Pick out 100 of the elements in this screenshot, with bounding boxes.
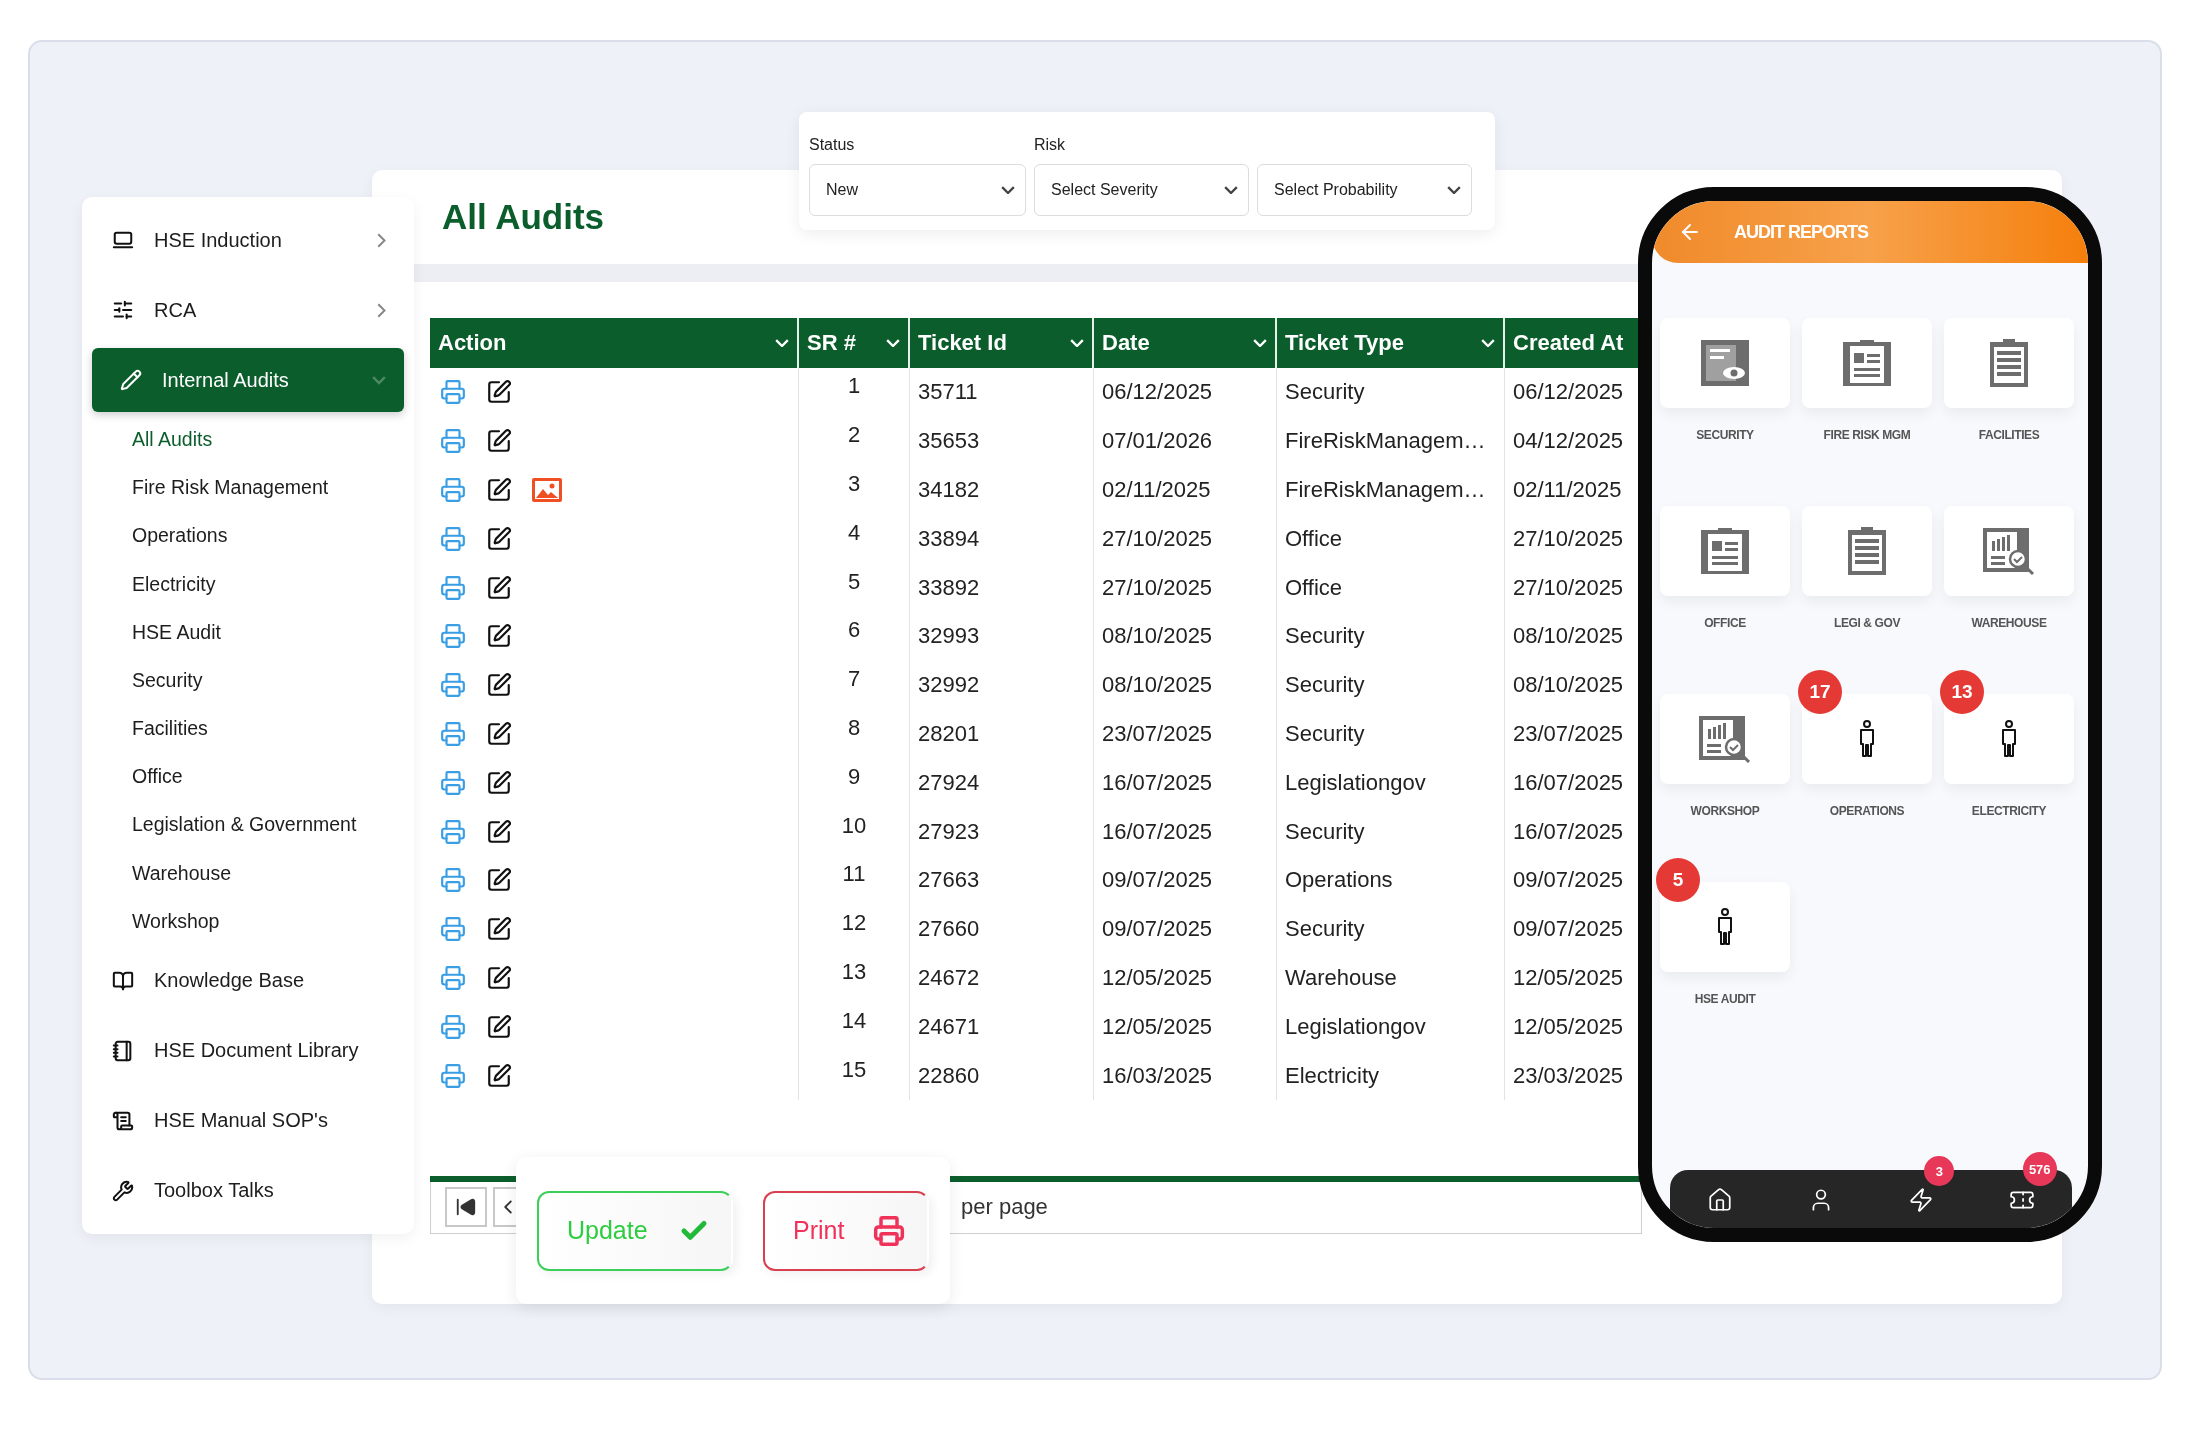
table-cell: Security — [1277, 709, 1505, 759]
tile-label: WAREHOUSE — [1971, 616, 2047, 630]
page-title: All Audits — [442, 197, 605, 237]
table-cell: 27/10/2025 — [1094, 563, 1277, 612]
column-header[interactable]: Action — [430, 318, 799, 368]
submenu-item[interactable]: Fire Risk Management — [82, 463, 414, 512]
table-cell: 3 — [799, 465, 910, 515]
app-title: AUDIT REPORTS — [1734, 221, 1868, 243]
sidebar-item[interactable]: HSE Manual SOP's — [92, 1088, 404, 1153]
submenu-item[interactable]: All Audits — [82, 415, 414, 464]
table-cell: 2 — [799, 416, 910, 466]
submenu-item[interactable]: Operations — [82, 511, 414, 560]
table-cell: Security — [1277, 904, 1505, 954]
table-cell: 15 — [799, 1051, 910, 1100]
table-cell: FireRiskManagem… — [1277, 416, 1505, 466]
table-cell: 12/05/2025 — [1094, 1002, 1277, 1052]
table-cell: Operations — [1277, 855, 1505, 905]
table-cell: Security — [1277, 612, 1505, 661]
submenu-item[interactable]: Workshop — [82, 897, 414, 946]
table-cell: 34182 — [910, 465, 1094, 515]
tile-label: LEGI & GOV — [1834, 616, 1900, 630]
table-cell: 10 — [799, 807, 910, 856]
sidebar-item[interactable]: HSE Document Library — [92, 1018, 404, 1083]
submenu-item[interactable]: Legislation & Government — [82, 800, 414, 850]
table-cell: 22860 — [910, 1051, 1094, 1100]
table-cell: 35711 — [910, 368, 1094, 417]
table-cell: 06/12/2025 — [1094, 368, 1277, 417]
table-cell: 14 — [799, 1002, 910, 1052]
table-cell: 32992 — [910, 660, 1094, 710]
table-cell: Legislationgov — [1277, 758, 1505, 808]
tile-label: FIRE RISK MGM — [1823, 428, 1911, 442]
table-cell: FireRiskManagem… — [1277, 465, 1505, 515]
table-cell: 8 — [799, 709, 910, 759]
table-cell: 32993 — [910, 612, 1094, 661]
table-cell: 27/10/2025 — [1094, 514, 1277, 564]
table-cell: 24672 — [910, 953, 1094, 1003]
submenu-item[interactable]: Office — [82, 752, 414, 801]
table-cell: 24671 — [910, 1002, 1094, 1052]
filter-select[interactable]: New — [809, 164, 1026, 216]
sidebar-item[interactable]: HSE Induction — [92, 208, 404, 273]
table-cell: 33894 — [910, 514, 1094, 564]
tile-label: OFFICE — [1704, 616, 1746, 630]
filter-select[interactable]: Select Severity — [1034, 164, 1249, 216]
table-cell: 9 — [799, 758, 910, 808]
table-cell: 7 — [799, 660, 910, 710]
per-page-label: per page — [961, 1194, 1048, 1221]
table-cell: 1 — [799, 368, 910, 417]
table-cell: Security — [1277, 368, 1505, 417]
sidebar-item[interactable]: RCA — [92, 278, 404, 343]
submenu-item[interactable]: Warehouse — [82, 849, 414, 898]
table-cell: Warehouse — [1277, 953, 1505, 1003]
sidebar-item[interactable]: Internal Audits — [92, 348, 404, 413]
table-cell: 16/07/2025 — [1094, 758, 1277, 808]
tile-label: HSE AUDIT — [1694, 992, 1756, 1006]
table-cell: 23/07/2025 — [1094, 709, 1277, 759]
submenu-item[interactable]: Electricity — [82, 559, 414, 609]
table-cell: 16/03/2025 — [1094, 1051, 1277, 1100]
table-cell: 09/07/2025 — [1094, 855, 1277, 905]
table-cell: Office — [1277, 563, 1505, 612]
table-cell: 08/10/2025 — [1094, 612, 1277, 661]
print-button[interactable]: Print — [763, 1190, 929, 1271]
column-header[interactable]: Ticket Type — [1277, 318, 1505, 368]
submenu-item[interactable]: HSE Audit — [82, 608, 414, 657]
sidebar-item[interactable]: Toolbox Talks — [92, 1158, 404, 1223]
column-header[interactable]: SR # — [799, 318, 910, 368]
table-cell: Office — [1277, 514, 1505, 564]
filter-select[interactable]: Select Probability — [1257, 164, 1472, 216]
submenu-item[interactable]: Facilities — [82, 704, 414, 753]
tile-label: FACILITIES — [1978, 428, 2040, 442]
table-cell: Electricity — [1277, 1051, 1505, 1100]
table-cell: Legislationgov — [1277, 1002, 1505, 1052]
table-cell: 16/07/2025 — [1094, 807, 1277, 856]
table-cell: Security — [1277, 807, 1505, 856]
table-cell: 5 — [799, 563, 910, 612]
count-badge: 13 — [1940, 670, 1984, 714]
table-cell: Security — [1277, 660, 1505, 710]
submenu-item[interactable]: Security — [82, 656, 414, 705]
notification-badge: 3 — [1924, 1156, 1955, 1186]
table-cell: 13 — [799, 953, 910, 1003]
table-cell: 27663 — [910, 855, 1094, 905]
table-cell: 35653 — [910, 416, 1094, 466]
filter-label: Risk — [1034, 136, 1067, 155]
table-cell: 27923 — [910, 807, 1094, 856]
table-cell: 27924 — [910, 758, 1094, 808]
tile-label: ELECTRICITY — [1971, 804, 2047, 818]
column-header[interactable]: Date — [1094, 318, 1277, 368]
table-cell: 28201 — [910, 709, 1094, 759]
table-cell: 12/05/2025 — [1094, 953, 1277, 1003]
column-header[interactable]: Ticket Id — [910, 318, 1094, 368]
table-cell: 6 — [799, 612, 910, 661]
table-cell: 08/10/2025 — [1094, 660, 1277, 710]
tile-label: SECURITY — [1696, 428, 1754, 442]
table-cell: 09/07/2025 — [1094, 904, 1277, 954]
tile-label: OPERATIONS — [1829, 804, 1905, 818]
count-badge: 17 — [1798, 670, 1842, 714]
table-cell: 33892 — [910, 563, 1094, 612]
count-badge: 5 — [1656, 858, 1700, 902]
notification-badge: 576 — [2022, 1152, 2057, 1186]
sidebar-item[interactable]: Knowledge Base — [92, 948, 404, 1013]
table-cell: 27660 — [910, 904, 1094, 954]
